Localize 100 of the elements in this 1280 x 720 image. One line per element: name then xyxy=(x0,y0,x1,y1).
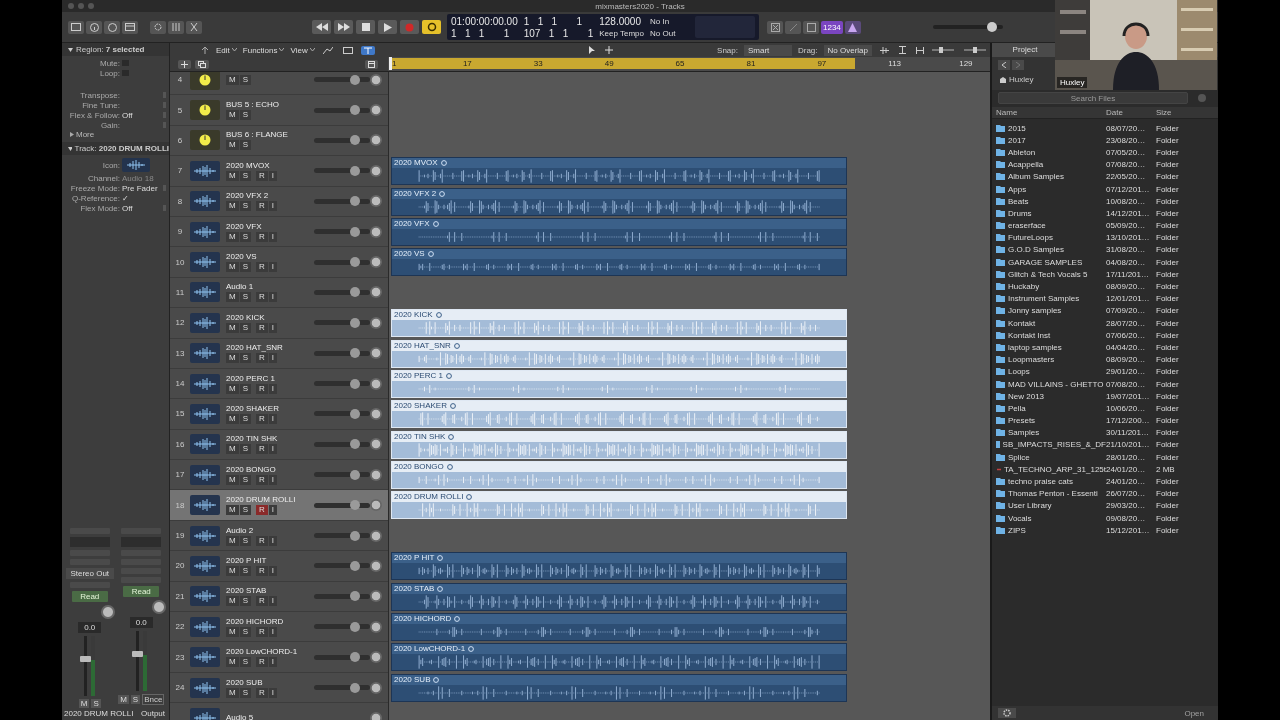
file-name[interactable]: GARAGE SAMPLES xyxy=(1008,257,1083,267)
play-button[interactable] xyxy=(378,20,397,34)
file-name[interactable]: Kontakt xyxy=(1008,318,1036,328)
duplicate-track-button[interactable] xyxy=(195,59,209,69)
volume-slider[interactable] xyxy=(314,685,370,690)
pan-knob[interactable] xyxy=(370,377,382,390)
slider-thumb[interactable] xyxy=(349,226,360,237)
file-name[interactable]: Album Samples xyxy=(1008,172,1065,182)
track-name[interactable]: 2020 P HIT xyxy=(226,555,310,565)
slider-thumb[interactable] xyxy=(349,409,360,419)
track-header[interactable]: 10 2020 VS M S R I xyxy=(170,247,388,278)
slider-thumb[interactable] xyxy=(349,652,360,663)
file-name[interactable]: Thomas Penton - Essenti xyxy=(1008,489,1098,499)
track-button[interactable]: I xyxy=(268,322,278,333)
track-button[interactable]: R xyxy=(256,444,268,455)
track-button[interactable]: I xyxy=(268,170,278,181)
volume-slider[interactable] xyxy=(314,472,370,478)
track-button[interactable]: R xyxy=(256,262,268,273)
menu-item[interactable]: Edit xyxy=(216,45,237,55)
track-name[interactable]: Audio 1 xyxy=(226,282,310,292)
slider-thumb[interactable] xyxy=(349,317,360,328)
library-icon[interactable] xyxy=(68,20,84,34)
track-header[interactable]: 4 M S xyxy=(170,72,388,96)
track-button[interactable]: R xyxy=(256,474,268,485)
track-button[interactable]: I xyxy=(268,626,278,637)
track-name[interactable]: 2020 VS xyxy=(226,252,310,262)
fader-thumb[interactable] xyxy=(131,650,143,657)
audio-region[interactable]: 2020 DRUM ROLLI xyxy=(391,491,847,520)
track-button[interactable]: M xyxy=(226,383,239,394)
track-header[interactable]: 5 BUS 5 : ECHO M S xyxy=(170,95,388,126)
inspector-value[interactable]: Off xyxy=(122,203,133,213)
pan-knob[interactable] xyxy=(370,286,382,299)
track-button[interactable]: S xyxy=(239,231,251,242)
track-button[interactable]: S xyxy=(239,596,251,607)
track-name[interactable]: Audio 2 xyxy=(226,525,310,535)
flex-icon[interactable] xyxy=(340,45,355,55)
pan-knob[interactable] xyxy=(370,164,382,177)
track-button[interactable]: I xyxy=(268,201,278,212)
track-header[interactable]: 24 2020 SUB M S R I xyxy=(170,672,388,704)
slider-thumb[interactable] xyxy=(349,348,360,359)
volume-slider[interactable] xyxy=(314,350,370,356)
slider-thumb[interactable] xyxy=(349,74,360,85)
track-button[interactable]: I xyxy=(268,505,278,516)
slider-thumb[interactable] xyxy=(349,135,360,146)
track-button[interactable]: S xyxy=(239,657,251,668)
track-header[interactable]: 22 2020 HICHORD M S R I xyxy=(170,612,388,643)
track-button[interactable]: S xyxy=(239,262,251,273)
pan-knob[interactable] xyxy=(370,620,382,633)
global-tracks-button[interactable] xyxy=(365,59,378,69)
more-label[interactable]: More xyxy=(76,130,95,139)
pan-knob[interactable] xyxy=(370,590,382,603)
metronome-icon[interactable] xyxy=(844,20,861,34)
file-name[interactable]: Jonny samples xyxy=(1008,306,1062,316)
slider-thumb[interactable] xyxy=(349,682,360,693)
column-header[interactable]: Date xyxy=(1106,108,1156,117)
file-name[interactable]: FutureLoops xyxy=(1008,233,1053,243)
track-name[interactable]: 2020 VFX 2 xyxy=(226,191,310,201)
volume-slider[interactable] xyxy=(314,563,370,569)
file-name[interactable]: laptop samples xyxy=(1008,342,1062,352)
track-button[interactable]: M xyxy=(226,535,239,546)
track-button[interactable]: S xyxy=(239,170,251,181)
audio-region[interactable]: 2020 PERC 1 xyxy=(391,369,847,398)
track-button[interactable]: S xyxy=(239,626,251,637)
file-name[interactable]: Apps xyxy=(1008,184,1027,194)
slider-thumb[interactable] xyxy=(349,287,360,298)
track-button[interactable]: M xyxy=(226,292,239,303)
track-name[interactable]: 2020 SHAKER xyxy=(226,404,310,413)
track-button[interactable]: R xyxy=(256,170,268,181)
file-name[interactable]: Pella xyxy=(1008,403,1026,413)
track-button[interactable]: M xyxy=(226,170,239,181)
pan-knob[interactable] xyxy=(370,316,382,329)
vertical-zoom-icon[interactable] xyxy=(897,45,908,55)
inspector-value[interactable]: ✓ xyxy=(122,193,129,203)
slider-thumb[interactable] xyxy=(349,621,360,632)
audio-region[interactable]: 2020 BONGO xyxy=(391,461,847,490)
disclosure-triangle-icon[interactable] xyxy=(70,132,74,137)
pan-knob[interactable] xyxy=(370,225,382,238)
track-button[interactable]: S xyxy=(239,110,251,121)
track-header[interactable]: 9 2020 VFX M S R I xyxy=(170,216,388,248)
add-track-button[interactable] xyxy=(178,59,191,69)
track-button[interactable]: R xyxy=(256,383,268,394)
track-header[interactable]: 23 2020 LowCHORD-1 M S R I xyxy=(170,642,388,673)
file-name[interactable]: Instrument Samples xyxy=(1008,294,1080,304)
automation-mode-button[interactable]: Read xyxy=(71,591,108,602)
track-button[interactable]: M xyxy=(226,74,239,85)
track-header[interactable]: 14 2020 PERC 1 M S R I xyxy=(170,368,388,400)
volume-slider[interactable] xyxy=(314,381,370,387)
slider-thumb[interactable] xyxy=(938,47,943,53)
volume-slider[interactable] xyxy=(314,624,370,630)
track-header[interactable]: 6 BUS 6 : FLANGE M S xyxy=(170,125,388,157)
column-header[interactable]: Name xyxy=(992,108,1106,117)
open-button[interactable]: Open xyxy=(1176,707,1212,719)
track-button[interactable]: M xyxy=(226,322,239,333)
file-name[interactable]: Splice xyxy=(1008,452,1030,462)
track-button[interactable]: I xyxy=(268,657,278,668)
volume-slider[interactable] xyxy=(314,533,370,539)
pan-knob[interactable] xyxy=(370,104,382,117)
snap-dropdown[interactable]: Smart xyxy=(743,44,792,56)
track-header[interactable]: Audio 5 xyxy=(170,703,388,720)
pan-knob[interactable] xyxy=(370,499,382,512)
